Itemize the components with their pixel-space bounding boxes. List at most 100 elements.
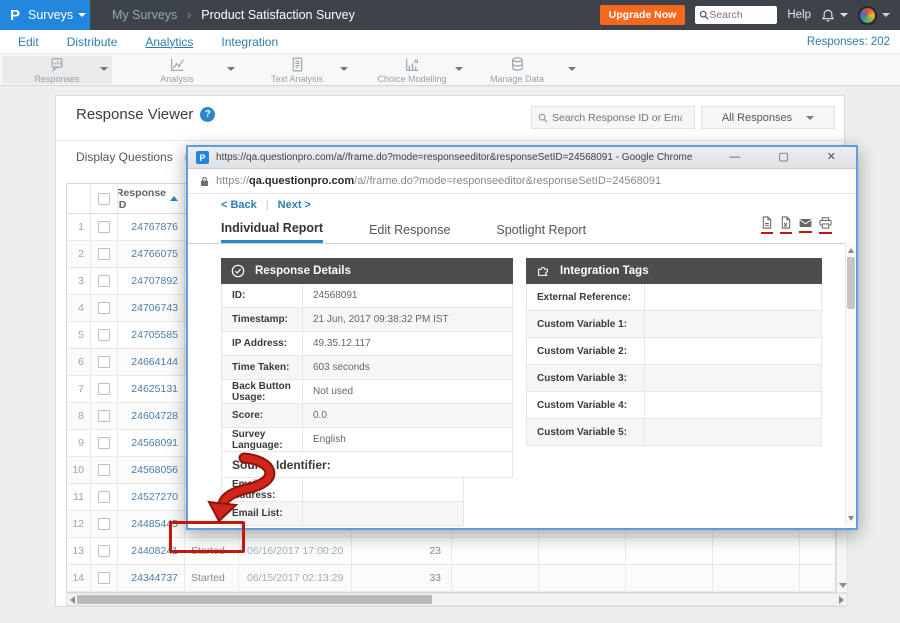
- help-link[interactable]: Help: [787, 9, 811, 21]
- row-number: 10: [67, 457, 91, 483]
- response-id-cell[interactable]: 24705585: [118, 322, 185, 348]
- survey-nav: Edit Distribute Analytics Integration Respo…: [0, 30, 900, 53]
- toolbar-analysis[interactable]: Analysis: [122, 56, 232, 84]
- toolbar-choice-modelling[interactable]: Choice Modelling: [357, 56, 467, 84]
- window-title-bar[interactable]: P https://qa.questionpro.com/a//frame.do…: [188, 147, 856, 169]
- row-checkbox[interactable]: [98, 221, 110, 233]
- response-id-sort-header[interactable]: Response ID: [118, 187, 178, 211]
- detail-label: Score:: [222, 404, 303, 427]
- scrollbar-thumb[interactable]: [847, 257, 855, 309]
- chevron-down-icon[interactable]: [100, 67, 108, 71]
- tag-row: Custom Variable 5:: [526, 419, 822, 446]
- panel-title: Integration Tags: [560, 265, 649, 277]
- scroll-up-arrow-icon[interactable]: [848, 248, 854, 253]
- row-checkbox[interactable]: [98, 383, 110, 395]
- global-search-input[interactable]: [709, 9, 769, 21]
- close-button[interactable]: ✕: [827, 152, 836, 163]
- chevron-down-icon[interactable]: [227, 67, 235, 71]
- response-id-cell[interactable]: 24568056: [118, 457, 185, 483]
- nav-tab-integration[interactable]: Integration: [221, 35, 278, 49]
- nav-tabs: Edit Distribute Analytics Integration: [18, 35, 306, 49]
- select-all-checkbox[interactable]: [98, 193, 110, 205]
- global-search-box[interactable]: [695, 6, 777, 24]
- scroll-down-arrow-icon[interactable]: [839, 583, 847, 588]
- tag-row: Custom Variable 3:: [526, 365, 822, 392]
- tag-value: [645, 311, 821, 337]
- nav-tab-analytics[interactable]: Analytics: [145, 35, 193, 49]
- status-cell: Started: [185, 565, 239, 591]
- row-number: 1: [67, 214, 91, 240]
- popup-vertical-scrollbar[interactable]: [845, 243, 856, 526]
- toolbar-responses[interactable]: Responses: [2, 56, 112, 84]
- minimize-button[interactable]: —: [729, 152, 740, 163]
- response-id-cell[interactable]: 24664144: [118, 349, 185, 375]
- row-checkbox-cell: [91, 295, 118, 321]
- nav-tab-edit[interactable]: Edit: [18, 35, 39, 49]
- workspace-switcher[interactable]: P Surveys: [0, 0, 90, 30]
- toolbar-text-analysis[interactable]: Text Analysis: [242, 56, 352, 84]
- response-search-box[interactable]: [531, 106, 695, 129]
- scroll-left-arrow-icon[interactable]: [70, 596, 75, 604]
- row-checkbox[interactable]: [98, 248, 110, 260]
- response-id-cell[interactable]: 24527270: [118, 484, 185, 510]
- source-identifier-header: Source Identifier:: [221, 452, 513, 478]
- row-checkbox[interactable]: [98, 572, 110, 584]
- row-checkbox[interactable]: [98, 464, 110, 476]
- chevron-down-icon[interactable]: [340, 67, 348, 71]
- export-pdf-icon[interactable]: [761, 216, 773, 234]
- scrollbar-thumb[interactable]: [77, 595, 432, 604]
- scroll-right-arrow-icon[interactable]: [839, 596, 844, 604]
- tab-spotlight-report[interactable]: Spotlight Report: [496, 216, 586, 243]
- export-email-icon[interactable]: [799, 218, 812, 233]
- nav-tab-distribute[interactable]: Distribute: [67, 35, 118, 49]
- row-checkbox-cell: [91, 430, 118, 456]
- maximize-button[interactable]: ▢: [778, 152, 788, 163]
- response-id-cell[interactable]: 24485445: [118, 511, 185, 537]
- help-icon[interactable]: ?: [200, 107, 215, 122]
- row-checkbox[interactable]: [98, 302, 110, 314]
- row-checkbox[interactable]: [98, 275, 110, 287]
- response-id-cell[interactable]: 24767876: [118, 214, 185, 240]
- tab-edit-response[interactable]: Edit Response: [369, 216, 450, 243]
- export-print-icon[interactable]: [819, 217, 832, 234]
- response-id-cell[interactable]: 24604728: [118, 403, 185, 429]
- response-id-cell[interactable]: 24707892: [118, 268, 185, 294]
- response-id-cell[interactable]: 24706743: [118, 295, 185, 321]
- response-id-cell[interactable]: 24408241: [118, 538, 185, 564]
- chevron-down-icon[interactable]: [568, 67, 576, 71]
- scroll-down-arrow-icon[interactable]: [848, 516, 854, 521]
- detail-row: Email Address:: [221, 478, 464, 502]
- row-checkbox[interactable]: [98, 329, 110, 341]
- bell-icon: [821, 8, 835, 23]
- response-id-cell[interactable]: 24344737: [118, 565, 185, 591]
- response-search-input[interactable]: [552, 112, 682, 124]
- address-bar[interactable]: https://qa.questionpro.com/a//frame.do?m…: [188, 169, 856, 194]
- response-filter-dropdown[interactable]: All Responses: [701, 106, 835, 129]
- next-link[interactable]: Next >: [278, 199, 311, 211]
- favicon-icon: P: [196, 151, 209, 164]
- row-checkbox[interactable]: [98, 491, 110, 503]
- notifications-menu[interactable]: [821, 8, 848, 23]
- export-excel-icon[interactable]: [780, 216, 792, 234]
- row-checkbox[interactable]: [98, 518, 110, 530]
- responses-count: Responses: 202: [807, 36, 890, 48]
- toolbar-manage-data[interactable]: Manage Data: [462, 56, 572, 84]
- row-checkbox[interactable]: [98, 545, 110, 557]
- table-horizontal-scrollbar[interactable]: [66, 593, 848, 606]
- report-tabs: Individual Report Edit Response Spotlight …: [221, 216, 586, 243]
- row-checkbox[interactable]: [98, 356, 110, 368]
- check-circle-icon: [231, 264, 245, 278]
- back-link[interactable]: < Back: [221, 199, 257, 211]
- account-menu[interactable]: [858, 6, 890, 25]
- row-number: 2: [67, 241, 91, 267]
- response-id-cell[interactable]: 24568091: [118, 430, 185, 456]
- response-id-cell[interactable]: 24766075: [118, 241, 185, 267]
- tag-label: Custom Variable 4:: [527, 392, 645, 418]
- upgrade-now-button[interactable]: Upgrade Now: [600, 5, 686, 25]
- breadcrumb-parent[interactable]: My Surveys: [112, 8, 177, 22]
- tag-label: Custom Variable 2:: [527, 338, 645, 364]
- row-checkbox[interactable]: [98, 410, 110, 422]
- tab-individual-report[interactable]: Individual Report: [221, 216, 323, 243]
- response-id-cell[interactable]: 24625131: [118, 376, 185, 402]
- row-checkbox[interactable]: [98, 437, 110, 449]
